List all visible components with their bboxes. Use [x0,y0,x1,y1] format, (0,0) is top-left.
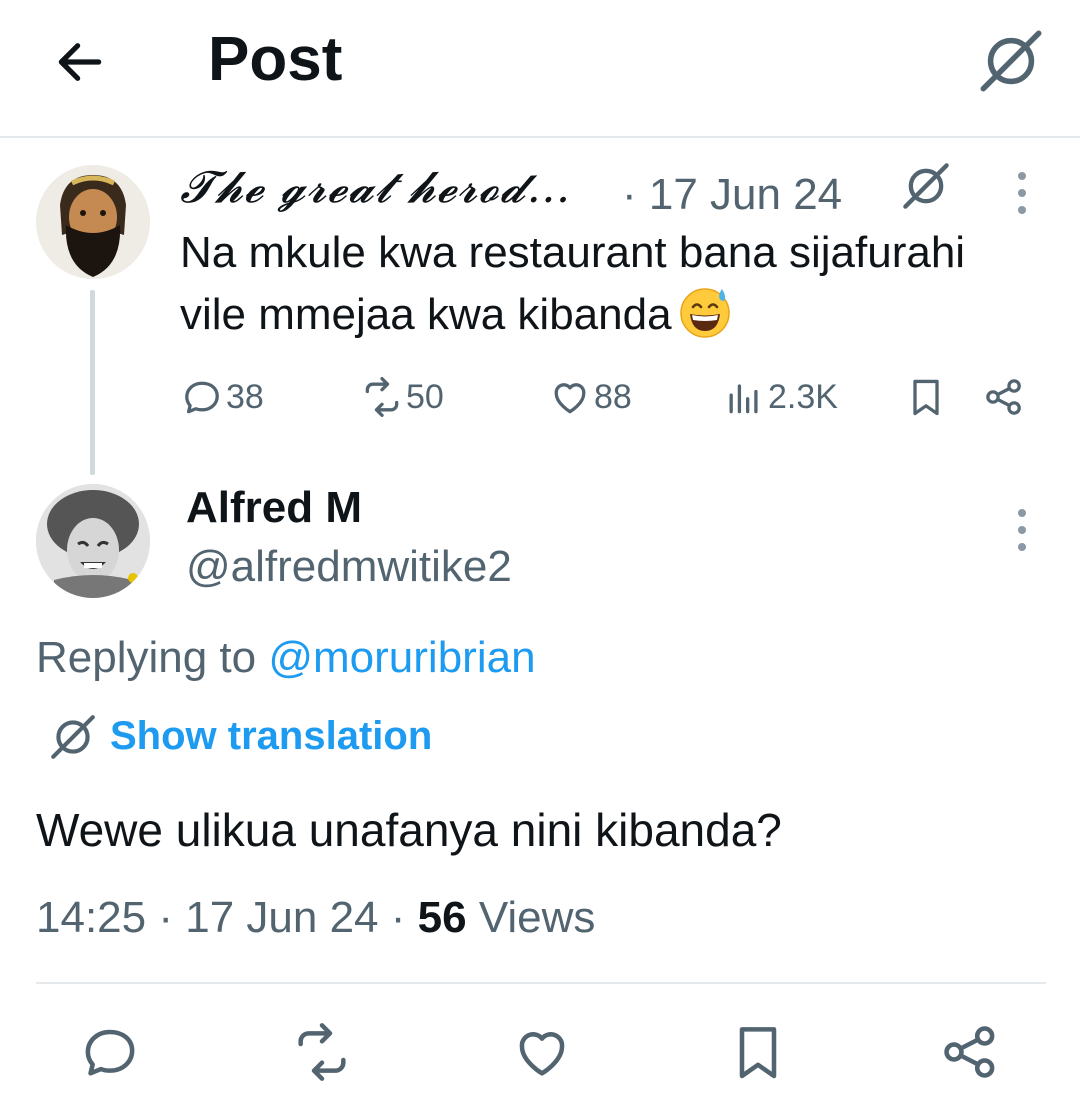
page-title: Post [208,25,343,94]
share-button[interactable] [982,372,1026,422]
header-divider [0,136,1080,138]
like-button[interactable] [510,1020,574,1084]
show-translation-link[interactable]: Show translation [110,710,432,762]
display-name[interactable]: Alfred M [186,482,362,534]
grok-icon [980,30,1042,92]
replying-to-mention[interactable]: @moruribrian [268,633,535,682]
grinning-face-with-sweat-emoji [678,285,732,339]
reply-button[interactable] [78,1020,142,1084]
views-count: 56 [417,893,467,942]
user-handle[interactable]: @alfredmwitike2 [186,540,512,594]
repost-button[interactable]: 50 [360,372,444,422]
grok-button[interactable] [900,160,952,212]
grok-button[interactable] [976,26,1046,96]
like-button[interactable]: 88 [548,372,632,422]
reply-button[interactable]: 38 [180,372,264,422]
thread-line [90,290,95,475]
repost-icon [365,377,399,417]
repost-count: 50 [406,377,444,416]
parent-timestamp[interactable]: · 17 Jun 24 [622,170,842,220]
back-button[interactable] [52,34,108,90]
replying-to: Replying to @moruribrian [36,630,536,686]
avatar[interactable] [36,484,150,598]
views-label: Views [478,893,596,942]
heart-icon [554,383,586,414]
parent-tweet-body: Na mkule kwa restaurant bana sijafurahi … [180,228,966,339]
views-icon [729,384,758,414]
separator-dot: · [158,893,173,942]
arrow-left-icon [58,43,102,81]
more-options-button[interactable] [1010,168,1034,218]
views-button[interactable]: 2.3K [722,372,838,422]
more-vertical-icon [1018,509,1026,551]
avatar[interactable] [36,165,150,279]
tweet-meta: 14:25 · 17 Jun 24 · 56 Views [36,888,595,948]
heart-icon [519,1032,565,1076]
translation-icon-wrap [48,712,98,762]
tweet-date[interactable]: 17 Jun 24 [185,893,378,942]
tweet-time[interactable]: 14:25 [36,893,146,942]
share-icon [986,379,1021,415]
bookmark-icon [913,379,939,416]
bookmark-button[interactable] [726,1020,790,1084]
parent-display-name[interactable]: 𝓣𝓱𝓮 𝓰𝓻𝓮𝓪𝓽 𝓱𝓮𝓻𝓸𝓭… [180,158,571,218]
repost-icon [298,1023,346,1081]
views-count: 2.3K [768,377,838,416]
bookmark-button[interactable] [904,372,948,422]
bookmark-icon [739,1027,777,1079]
tweet-text: Wewe ulikua unafanya nini kibanda? [36,804,782,856]
divider [36,982,1046,984]
reply-icon [185,381,219,414]
replying-to-label: Replying to [36,633,269,682]
more-options-button[interactable] [1010,505,1034,555]
like-count: 88 [594,377,632,416]
reply-icon [85,1029,135,1076]
separator-dot: · [390,893,406,942]
grok-icon [51,715,95,759]
share-icon [944,1026,995,1078]
more-vertical-icon [1018,172,1026,214]
share-button[interactable] [938,1020,1002,1084]
reply-count: 38 [226,377,264,416]
repost-button[interactable] [290,1020,354,1084]
grok-icon [903,163,949,209]
parent-tweet-text: Na mkule kwa restaurant bana sijafurahi … [180,222,1040,346]
